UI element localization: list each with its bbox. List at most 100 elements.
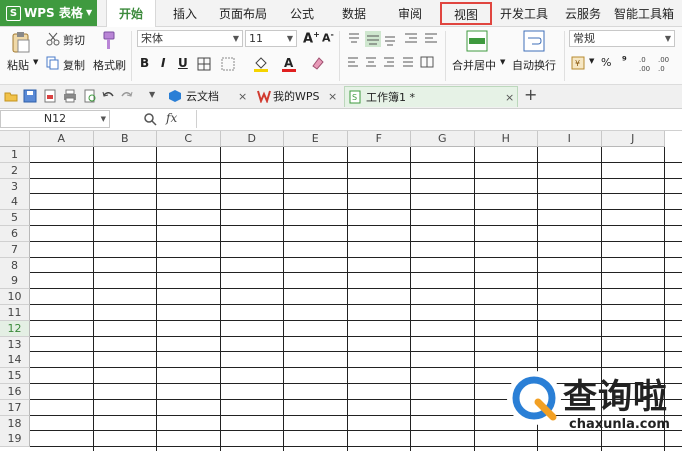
column-header[interactable]: E xyxy=(284,131,348,147)
increase-font-icon[interactable]: A+ xyxy=(303,30,320,46)
close-icon[interactable]: × xyxy=(505,87,514,108)
zoom-magnifier-icon[interactable] xyxy=(143,112,157,126)
merge-center-button[interactable]: 合并居中 xyxy=(452,57,496,73)
clear-format-icon[interactable] xyxy=(311,56,325,70)
row-gridline xyxy=(30,209,682,211)
copy-button[interactable]: 复制 xyxy=(63,57,85,73)
quick-access-dropdown-icon[interactable]: ▼ xyxy=(149,90,155,99)
select-all-corner[interactable] xyxy=(0,131,30,147)
row-header[interactable]: 6 xyxy=(0,226,30,242)
row-header[interactable]: 9 xyxy=(0,273,30,290)
tab-review[interactable]: 审阅 xyxy=(390,0,430,26)
app-menu-button[interactable]: S WPS 表格 ▼ xyxy=(0,0,97,26)
cut-button[interactable]: 剪切 xyxy=(63,32,85,48)
column-header[interactable]: B xyxy=(93,131,157,147)
undo-icon[interactable] xyxy=(101,89,115,103)
svg-text:S: S xyxy=(352,93,357,102)
tab-developer[interactable]: 开发工具 xyxy=(498,0,550,26)
brand-url: chaxunla.com xyxy=(569,417,670,432)
name-box[interactable]: N12 ▼ xyxy=(0,110,110,128)
chevron-down-icon[interactable]: ▼ xyxy=(33,58,38,66)
wrap-text-button[interactable]: 自动换行 xyxy=(512,57,556,73)
percent-button[interactable]: % xyxy=(601,56,611,69)
row-header[interactable]: 19 xyxy=(0,431,30,448)
italic-button[interactable]: I xyxy=(161,56,165,70)
svg-text:.00: .00 xyxy=(639,65,650,73)
row-header[interactable]: 12 xyxy=(0,320,30,337)
chevron-down-icon[interactable]: ▼ xyxy=(589,57,594,65)
row-header[interactable]: 8 xyxy=(0,257,30,274)
export-pdf-icon[interactable] xyxy=(43,89,57,103)
row-header[interactable]: 11 xyxy=(0,305,30,321)
print-icon[interactable] xyxy=(63,89,77,103)
close-icon[interactable]: × xyxy=(328,86,337,107)
column-gridline xyxy=(410,147,411,451)
tab-formula[interactable]: 公式 xyxy=(282,0,322,26)
row-header[interactable]: 7 xyxy=(0,241,30,258)
row-header[interactable]: 2 xyxy=(0,162,30,179)
column-header[interactable]: G xyxy=(411,131,475,147)
tab-my-wps[interactable]: 我的WPS × xyxy=(255,86,345,107)
horizontal-align-icons[interactable] xyxy=(347,56,439,70)
formula-input[interactable] xyxy=(196,110,682,128)
row-header[interactable]: 15 xyxy=(0,368,30,385)
tab-home[interactable]: 开始 xyxy=(106,0,156,27)
chevron-down-icon[interactable]: ▼ xyxy=(101,111,106,127)
font-size-select[interactable]: 11 ▼ xyxy=(245,30,297,47)
fill-pattern-icon[interactable] xyxy=(221,57,235,71)
chevron-down-icon[interactable]: ▼ xyxy=(500,58,505,66)
row-header[interactable]: 1 xyxy=(0,147,30,163)
tab-cloud[interactable]: 云服务 xyxy=(560,0,606,26)
tab-cloud-docs[interactable]: 云文档 × xyxy=(166,86,252,107)
currency-icon[interactable]: ¥ xyxy=(571,56,587,70)
new-tab-button[interactable]: + xyxy=(524,85,537,104)
bold-button[interactable]: B xyxy=(140,56,149,70)
column-header[interactable]: C xyxy=(157,131,221,147)
column-header[interactable]: D xyxy=(220,131,284,147)
close-icon[interactable]: × xyxy=(238,86,247,107)
thousands-separator-button[interactable]: ⁹ xyxy=(622,54,627,67)
tab-smart-tools[interactable]: 智能工具箱 xyxy=(614,0,682,26)
decimal-adjust-icons[interactable]: .0.00 .00.0 xyxy=(638,54,678,74)
column-header[interactable]: H xyxy=(474,131,538,147)
row-header[interactable]: 14 xyxy=(0,352,30,369)
open-folder-icon[interactable] xyxy=(4,89,18,103)
row-header[interactable]: 18 xyxy=(0,415,30,432)
row-header[interactable]: 5 xyxy=(0,210,30,227)
brand-name: 查询啦 xyxy=(563,377,668,417)
tab-view[interactable]: 视图 xyxy=(440,2,492,25)
number-format-select[interactable]: 常规 ▼ xyxy=(569,30,675,47)
font-name-select[interactable]: 宋体 ▼ xyxy=(137,30,243,47)
row-header[interactable]: 17 xyxy=(0,399,30,416)
tab-page-layout[interactable]: 页面布局 xyxy=(214,0,272,26)
row-header[interactable]: 13 xyxy=(0,336,30,353)
decrease-font-icon[interactable]: A- xyxy=(322,30,334,45)
font-color-icon[interactable]: A xyxy=(281,55,297,73)
column-header[interactable]: F xyxy=(347,131,411,147)
tab-workbook1[interactable]: S 工作簿1 * × xyxy=(344,86,518,107)
underline-button[interactable]: U xyxy=(178,56,188,70)
vertical-align-icons[interactable] xyxy=(347,31,457,47)
fill-color-icon[interactable] xyxy=(253,55,269,73)
print-preview-icon[interactable] xyxy=(83,89,97,103)
row-gridline xyxy=(30,193,682,195)
cloud-docs-icon xyxy=(169,90,181,102)
fx-button[interactable]: fx xyxy=(166,111,177,125)
redo-icon[interactable] xyxy=(120,89,134,103)
save-icon[interactable] xyxy=(23,89,37,103)
tab-insert[interactable]: 插入 xyxy=(162,0,208,26)
row-header[interactable]: 3 xyxy=(0,178,30,195)
tab-data[interactable]: 数据 xyxy=(334,0,374,26)
divider xyxy=(445,31,446,81)
paste-icon[interactable] xyxy=(11,31,31,53)
border-icon[interactable] xyxy=(197,57,211,71)
format-painter-button[interactable]: 格式刷 xyxy=(93,57,126,73)
paste-button[interactable]: 粘贴 xyxy=(7,57,29,73)
column-header[interactable]: J xyxy=(601,131,665,147)
row-header[interactable]: 10 xyxy=(0,289,30,306)
column-header[interactable]: A xyxy=(30,131,94,147)
row-header[interactable]: 4 xyxy=(0,194,30,211)
column-header[interactable]: I xyxy=(538,131,602,147)
column-gridline xyxy=(92,147,94,451)
row-header[interactable]: 16 xyxy=(0,384,30,400)
